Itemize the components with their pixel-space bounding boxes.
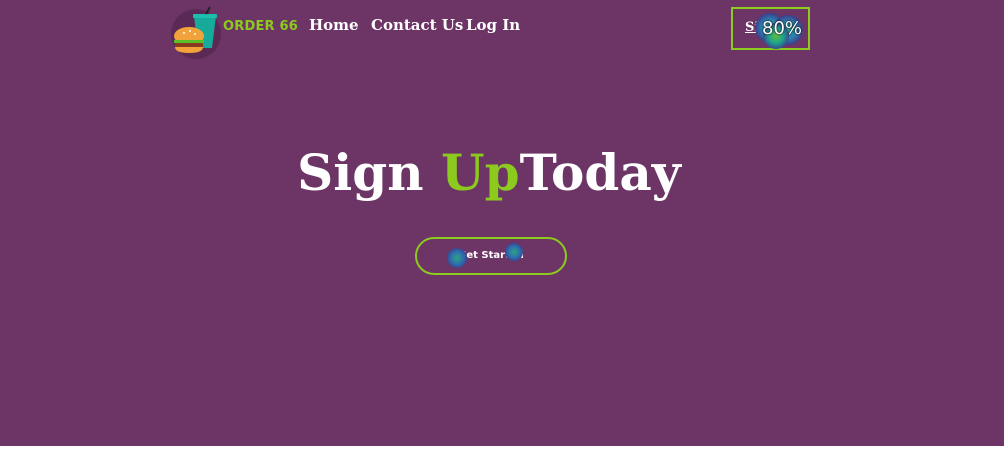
brand-name: ORDER 66 — [223, 19, 298, 34]
headline-part-1: Sign — [297, 143, 441, 202]
headline-accent: Up — [441, 143, 520, 202]
burger-and-drink-logo-icon — [171, 6, 221, 59]
get-started-button[interactable]: Get Started — [415, 237, 567, 275]
nav-home-link[interactable]: Home — [309, 16, 359, 34]
brand-logo[interactable]: ORDER 66 — [170, 6, 298, 60]
get-started-label: Get Started — [458, 250, 524, 261]
hero-section: ORDER 66 Home Contact Us Log In Sign Up … — [0, 0, 1004, 446]
nav-login-link[interactable]: Log In — [466, 16, 520, 34]
zoom-percent-label: 80% — [762, 18, 803, 39]
nav-contact-link[interactable]: Contact Us — [371, 16, 463, 34]
hero-headline: Sign UpToday — [0, 140, 978, 206]
headline-part-2: Today — [519, 143, 681, 202]
